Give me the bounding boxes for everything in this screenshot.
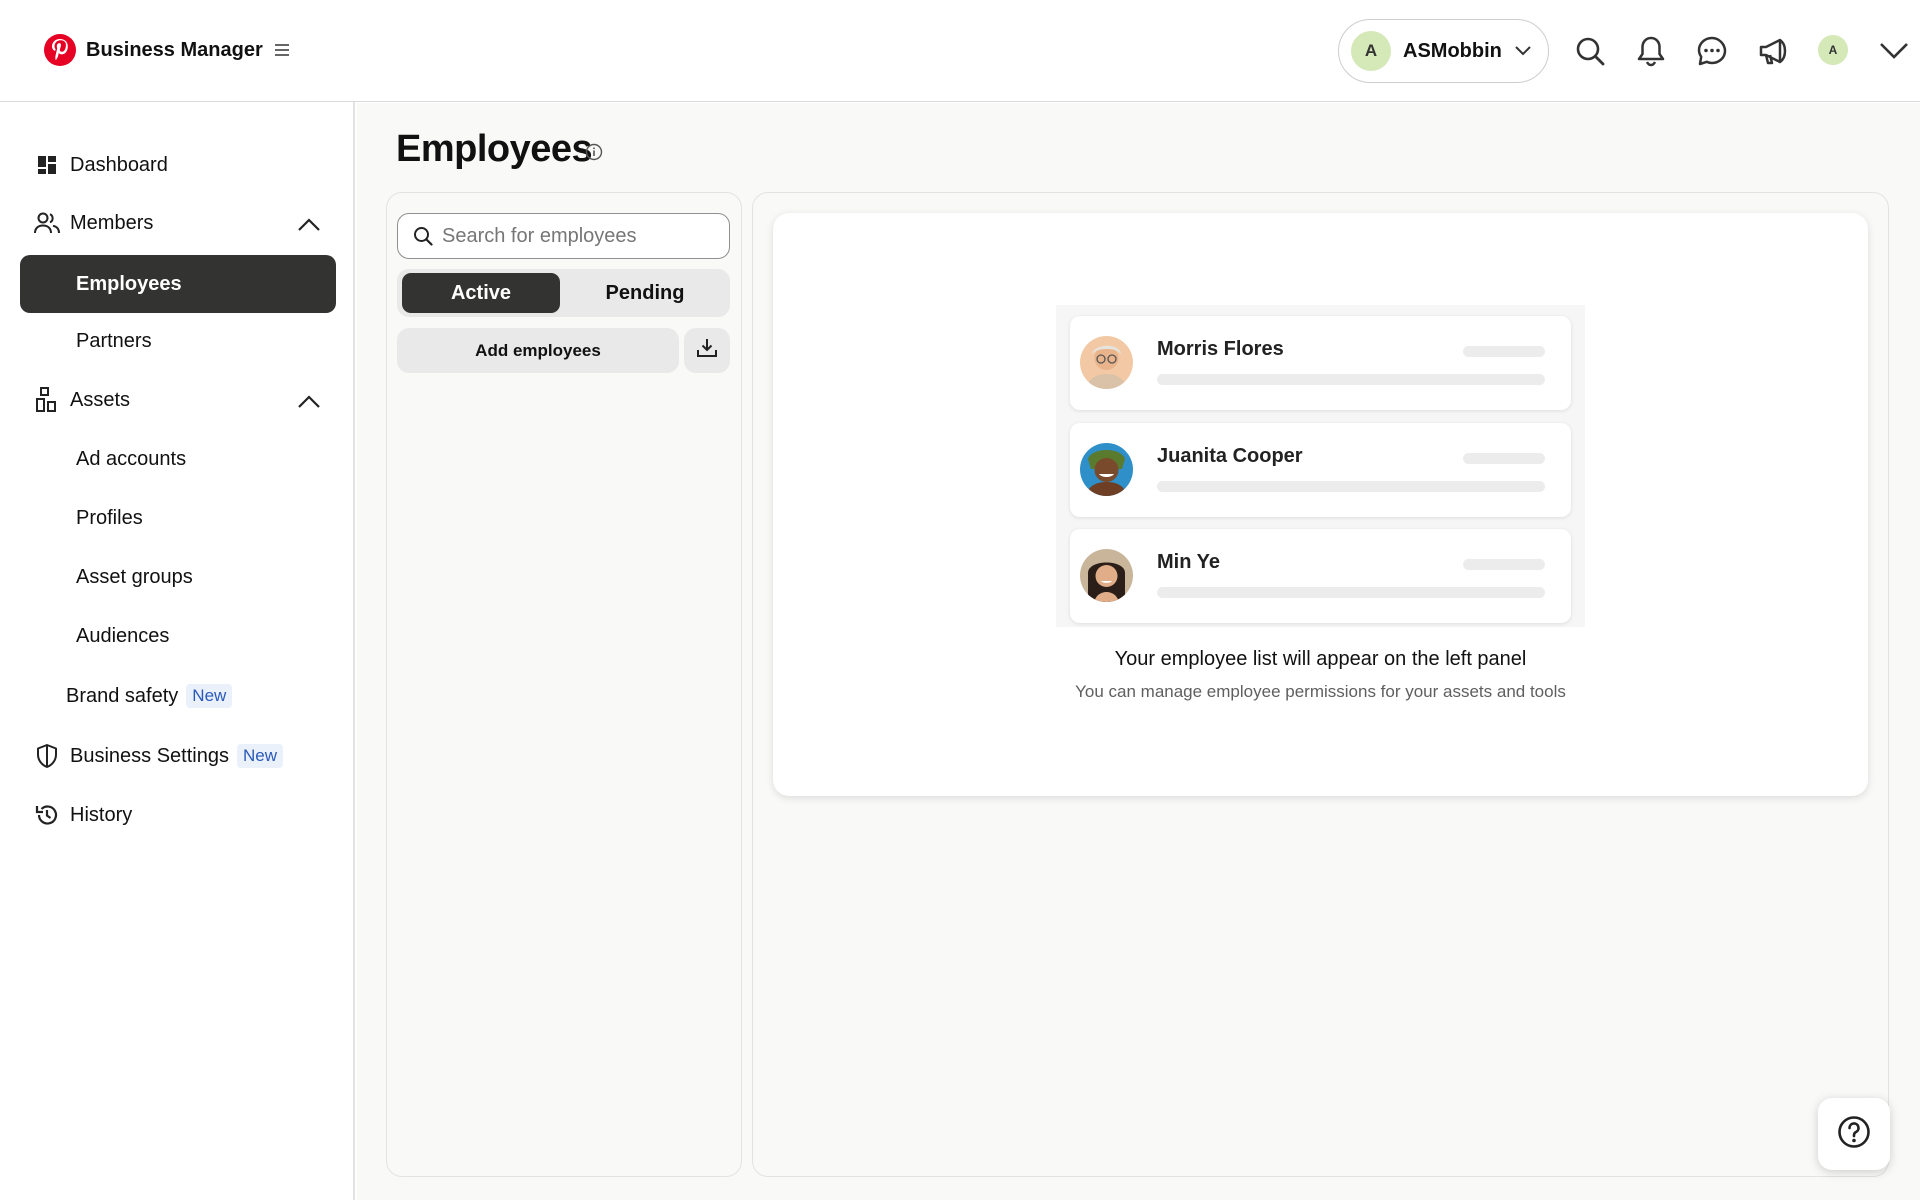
sidebar-item-label: Profiles bbox=[76, 507, 143, 529]
info-icon[interactable] bbox=[584, 142, 604, 162]
search-input[interactable] bbox=[442, 224, 712, 248]
tab-active[interactable]: Active bbox=[402, 273, 560, 313]
help-button[interactable] bbox=[1818, 1098, 1890, 1170]
tab-pending[interactable]: Pending bbox=[564, 273, 726, 313]
app-title: Business Manager bbox=[86, 38, 263, 61]
new-badge: New bbox=[186, 684, 233, 708]
top-bar: Business Manager A ASMobbin A bbox=[0, 0, 1920, 102]
sidebar-item-label: History bbox=[70, 803, 133, 826]
sidebar-item-members[interactable]: Members bbox=[34, 210, 153, 236]
placeholder-bar bbox=[1463, 559, 1545, 570]
illustration-employee-card: Morris Flores bbox=[1070, 316, 1571, 410]
help-icon bbox=[1837, 1115, 1871, 1154]
placeholder-bar bbox=[1157, 374, 1545, 385]
new-badge: New bbox=[236, 744, 283, 768]
download-button[interactable] bbox=[684, 328, 730, 373]
illustration-employee-name: Morris Flores bbox=[1157, 338, 1284, 360]
bell-icon[interactable] bbox=[1631, 31, 1671, 71]
placeholder-bar bbox=[1157, 587, 1545, 598]
sidebar-item-history[interactable]: History bbox=[34, 802, 132, 828]
sidebar-item-ad-accounts[interactable]: Ad accounts bbox=[76, 448, 186, 471]
sidebar-item-partners[interactable]: Partners bbox=[76, 330, 152, 353]
megaphone-icon[interactable] bbox=[1753, 31, 1793, 71]
chevron-down-icon bbox=[1514, 42, 1532, 60]
search-icon[interactable] bbox=[1570, 31, 1610, 71]
sidebar-item-business-settings[interactable]: Business Settings New bbox=[34, 743, 283, 769]
dashboard-icon bbox=[34, 152, 60, 178]
download-icon bbox=[696, 337, 718, 364]
empty-state-subtitle: You can manage employee permissions for … bbox=[1075, 682, 1566, 701]
chevron-up-icon[interactable] bbox=[296, 388, 322, 414]
user-avatar[interactable]: A bbox=[1818, 35, 1848, 65]
sidebar-item-profiles[interactable]: Profiles bbox=[76, 507, 143, 530]
sidebar-item-label: Asset groups bbox=[76, 566, 193, 588]
sidebar-item-label: Members bbox=[70, 211, 154, 234]
avatar bbox=[1080, 336, 1133, 389]
sidebar-item-label: Business Settings bbox=[70, 744, 229, 767]
sidebar-item-label: Dashboard bbox=[70, 153, 168, 176]
search-icon bbox=[412, 225, 434, 247]
sidebar-item-brand-safety[interactable]: Brand safety New bbox=[66, 684, 233, 708]
status-tabs: Active Pending bbox=[397, 269, 730, 317]
sidebar-item-label: Assets bbox=[70, 388, 131, 411]
sidebar-item-dashboard[interactable]: Dashboard bbox=[34, 152, 168, 178]
sidebar-item-label: Partners bbox=[76, 330, 152, 352]
history-icon bbox=[34, 802, 60, 828]
empty-state-title: Your employee list will appear on the le… bbox=[1114, 648, 1527, 670]
placeholder-bar bbox=[1463, 453, 1545, 464]
messages-icon[interactable] bbox=[1692, 31, 1732, 71]
account-switcher[interactable]: A ASMobbin bbox=[1338, 19, 1549, 83]
chevron-up-icon[interactable] bbox=[296, 211, 322, 237]
placeholder-bar bbox=[1157, 481, 1545, 492]
illustration-employee-name: Min Ye bbox=[1157, 551, 1220, 573]
shield-icon bbox=[34, 743, 60, 769]
sidebar-item-assets[interactable]: Assets bbox=[34, 387, 130, 413]
pinterest-logo-icon[interactable] bbox=[44, 34, 76, 66]
avatar bbox=[1080, 549, 1133, 602]
sidebar-item-label: Employees bbox=[76, 272, 182, 295]
search-field[interactable] bbox=[397, 213, 730, 259]
sidebar-item-label: Ad accounts bbox=[76, 448, 187, 470]
sidebar-item-label: Audiences bbox=[76, 625, 170, 647]
members-icon bbox=[34, 210, 60, 236]
assets-icon bbox=[34, 387, 60, 413]
sidebar: Dashboard Members Employees Partners Ass… bbox=[0, 102, 355, 1200]
placeholder-bar bbox=[1463, 346, 1545, 357]
illustration-employee-card: Juanita Cooper bbox=[1070, 423, 1571, 517]
brand: Business Manager bbox=[44, 34, 291, 66]
account-avatar: A bbox=[1351, 31, 1391, 71]
add-employees-button[interactable]: Add employees bbox=[397, 328, 679, 373]
illustration-employee-name: Juanita Cooper bbox=[1157, 445, 1303, 467]
sidebar-item-label: Brand safety bbox=[66, 684, 179, 707]
hamburger-menu-icon[interactable] bbox=[273, 41, 291, 59]
illustration-employee-card: Min Ye bbox=[1070, 529, 1571, 623]
sidebar-item-asset-groups[interactable]: Asset groups bbox=[76, 566, 193, 589]
sidebar-item-audiences[interactable]: Audiences bbox=[76, 625, 169, 648]
avatar bbox=[1080, 443, 1133, 496]
chevron-down-icon[interactable] bbox=[1874, 31, 1914, 71]
account-name: ASMobbin bbox=[1403, 39, 1502, 62]
page-title: Employees bbox=[396, 128, 593, 170]
sidebar-item-employees[interactable]: Employees bbox=[20, 255, 336, 313]
